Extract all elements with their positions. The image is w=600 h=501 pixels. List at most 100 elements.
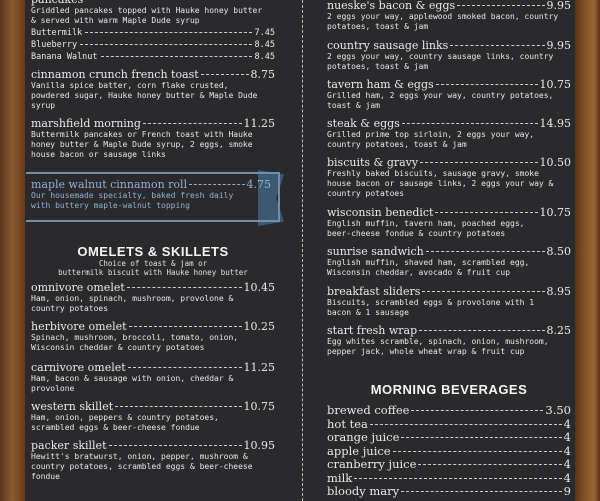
item-name: omnivore omelet xyxy=(31,281,125,294)
item-price: 8.95 xyxy=(546,285,572,298)
item-description: Ham, onion, peppers & country potatoes, … xyxy=(31,413,219,432)
item-description: 2 eggs your way, country sausage links, … xyxy=(327,52,554,71)
item-name: cinnamon crunch french toast xyxy=(31,68,199,81)
item-name: sunrise sandwich xyxy=(327,245,424,258)
pancake-option: Banana Walnut 8.45 xyxy=(31,52,275,62)
item-name: country sausage links xyxy=(327,39,449,52)
item-name: maple walnut cinnamon roll xyxy=(31,178,188,191)
dot-leader xyxy=(85,32,252,33)
item-price: 10.45 xyxy=(243,281,276,294)
menu-item-header: cinnamon crunch french toast 8.75 xyxy=(31,69,275,81)
menu-item: tavern ham & eggs 10.75 Grilled ham, 2 eg… xyxy=(327,79,571,111)
item-price: 4 xyxy=(563,457,571,471)
item-name: herbivore omelet xyxy=(31,320,127,333)
item-price: 10.25 xyxy=(243,320,276,333)
item-price: 3.50 xyxy=(545,403,571,417)
menu-item: wisconsin benedict 10.75 English muffin, … xyxy=(327,207,571,239)
item-price: 11.25 xyxy=(243,361,276,374)
menu-item-header: biscuits & gravy 10.50 xyxy=(327,157,571,169)
item-name: start fresh wrap xyxy=(327,324,418,337)
dot-leader xyxy=(457,5,545,6)
dot-leader xyxy=(422,291,545,292)
item-price: 10.75 xyxy=(539,78,572,91)
item-name: tavern ham & eggs xyxy=(327,78,434,91)
beverage-item: brewed coffee 3.50 xyxy=(327,403,571,418)
item-name: cranberry juice xyxy=(327,457,417,471)
menu-item: biscuits & gravy 10.50 Freshly baked bisc… xyxy=(327,157,571,199)
section-heading-omelets: OMELETS & SKILLETS xyxy=(77,244,229,259)
dot-leader xyxy=(420,162,538,163)
item-price: 4 xyxy=(563,443,571,458)
dot-leader xyxy=(401,437,562,438)
item-description: Griddled pancakes topped with Hauke hone… xyxy=(31,6,263,25)
item-price: 9.95 xyxy=(546,39,572,52)
item-description: Our housemade specialty, baked fresh dai… xyxy=(31,191,234,210)
item-name: wisconsin benedict xyxy=(327,206,434,219)
item-name: orange juice xyxy=(327,430,400,444)
item-price: 8.75 xyxy=(250,68,276,81)
dot-leader xyxy=(354,477,562,479)
item-price: 4 xyxy=(563,430,571,444)
dot-leader xyxy=(189,184,245,185)
menu-item: sunrise sandwich 8.50 English muffin, sha… xyxy=(327,246,571,278)
menu-item-header: packer skillet 10.95 xyxy=(31,440,275,452)
item-description: English muffin, shaved ham, scrambled eg… xyxy=(327,258,530,277)
menu-item: western skillet 10.75 Ham, onion, peppers… xyxy=(31,401,275,433)
beverage-item: cranberry juice 4 xyxy=(327,457,571,472)
beverage-item: hot tea 4 xyxy=(327,416,571,432)
item-price: 4.75 xyxy=(246,178,272,191)
menu-item: omnivore omelet 10.45 Ham, onion, spinach… xyxy=(31,282,275,314)
menu-item: breakfast sliders 8.95 Biscuits, scramble… xyxy=(327,286,571,318)
option-name: Blueberry xyxy=(31,40,78,50)
menu-item-pancakes: pancakes Griddled pancakes topped with H… xyxy=(31,0,275,62)
item-name: western skillet xyxy=(31,400,114,413)
beverage-item: orange juice 4 xyxy=(327,430,571,445)
section-heading-beverages: MORNING BEVERAGES xyxy=(370,382,528,397)
beverage-item: bloody mary 9 xyxy=(327,484,571,499)
item-description: English muffin, tavern ham, poached eggs… xyxy=(327,219,525,238)
pancake-option: Blueberry 8.45 xyxy=(31,40,275,50)
item-name: biscuits & gravy xyxy=(327,156,419,169)
item-price: 14.95 xyxy=(539,117,572,130)
menu-item: start fresh wrap 8.25 Egg whites scramble… xyxy=(327,325,571,357)
item-name: steak & eggs xyxy=(327,117,400,130)
dot-leader xyxy=(411,410,544,411)
item-name: bloody mary xyxy=(327,484,400,498)
menu-item-header: sunrise sandwich 8.50 xyxy=(327,246,571,258)
option-price: 7.45 xyxy=(254,28,275,38)
option-price: 8.45 xyxy=(254,40,275,50)
option-price: 8.45 xyxy=(254,52,275,62)
item-price: 10.75 xyxy=(243,400,276,413)
menu-item: steak & eggs 14.95 Grilled prime top sirl… xyxy=(327,118,571,150)
item-description: Hewitt's bratwurst, onion, pepper, mushr… xyxy=(31,452,253,481)
section-subheading: Choice of toast & jam or buttermilk bisc… xyxy=(58,259,248,277)
item-name: hot tea xyxy=(327,416,368,431)
menu-item-header: tavern ham & eggs 10.75 xyxy=(327,79,571,91)
item-name: brewed coffee xyxy=(327,403,410,417)
dot-leader xyxy=(425,251,545,252)
menu-item: country sausage links 9.95 2 eggs your wa… xyxy=(327,40,571,72)
menu-item-header: nueske's bacon & eggs 9.95 xyxy=(327,0,571,12)
dot-leader xyxy=(127,367,242,368)
item-price: 10.95 xyxy=(243,439,276,452)
item-name: milk xyxy=(327,470,353,485)
item-description: Grilled ham, 2 eggs your way, country po… xyxy=(327,91,554,110)
dot-leader xyxy=(200,74,249,75)
pancake-option: Buttermilk 7.45 xyxy=(31,28,275,38)
item-description: Vanilla spice batter, corn flake crusted… xyxy=(31,81,258,110)
dot-leader xyxy=(401,123,538,124)
menu-item-header: steak & eggs 14.95 xyxy=(327,118,571,130)
dot-leader xyxy=(369,423,562,425)
dot-leader xyxy=(100,56,252,57)
item-description: Egg whites scramble, spinach, onion, mus… xyxy=(327,337,549,356)
menu-item: carnivore omelet 11.25 Ham, bacon & sausa… xyxy=(31,362,275,394)
item-price: 10.75 xyxy=(539,206,572,219)
item-description: Biscuits, scrambled eggs & provolone wit… xyxy=(327,298,535,317)
beverage-item: milk 4 xyxy=(327,470,571,486)
item-description: Ham, onion, spinach, mushroom, provolone… xyxy=(31,294,234,313)
beverage-item: apple juice 4 xyxy=(327,443,571,459)
menu-item: herbivore omelet 10.25 Spinach, mushroom,… xyxy=(31,321,275,353)
dot-leader xyxy=(142,123,242,124)
item-price: 4 xyxy=(563,470,571,485)
featured-item: maple walnut cinnamon roll 4.75 Our house… xyxy=(31,179,271,211)
